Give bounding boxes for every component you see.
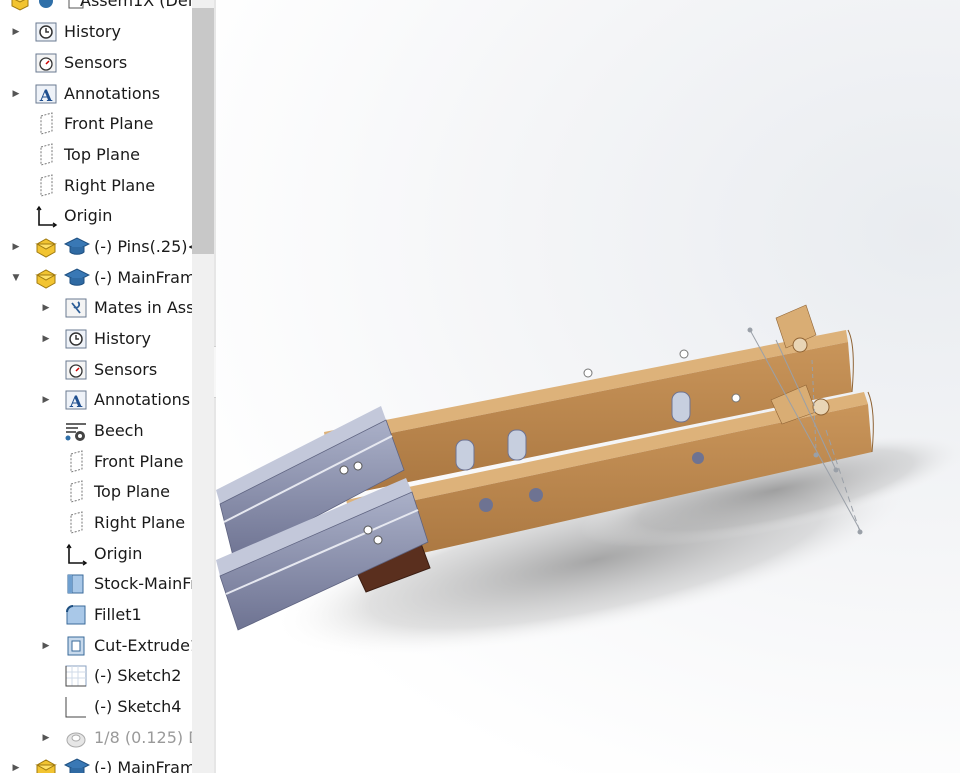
tree-item-label: Origin — [94, 544, 143, 563]
part-icon — [34, 756, 58, 773]
cut-extrude-icon — [64, 634, 88, 658]
material-icon — [64, 419, 88, 443]
plane-icon — [34, 112, 58, 136]
annotations-icon: A — [34, 82, 58, 106]
tree-item-top-plane[interactable]: Top Plane — [0, 140, 192, 170]
tree-item-sketch2[interactable]: (-) Sketch2 — [0, 661, 192, 691]
tree-item-stock-mainframe[interactable]: Stock-MainFr — [0, 569, 192, 599]
plane-icon — [64, 480, 88, 504]
expand-arrow-icon[interactable]: ▶ — [11, 242, 21, 252]
part-icon — [34, 235, 58, 259]
origin-icon — [34, 204, 58, 228]
tree-root-label: Assem1X (Defa — [80, 0, 192, 10]
graduation-cap-icon — [64, 266, 90, 290]
tree-item-label: (-) Sketch4 — [94, 697, 182, 716]
tree-item-label: Right Plane — [94, 513, 186, 532]
tree-item-label: Right Plane — [64, 176, 156, 195]
expand-arrow-icon[interactable]: ▶ — [41, 303, 51, 313]
tree-item-right-plane-2[interactable]: Right Plane — [0, 508, 192, 538]
collapse-arrow-icon[interactable]: ▼ — [11, 273, 21, 283]
history-icon — [34, 20, 58, 44]
sketch-icon — [64, 664, 88, 688]
tree-item-label: Fillet1 — [94, 605, 142, 624]
tree-item-front-plane-2[interactable]: Front Plane — [0, 447, 192, 477]
expand-arrow-icon[interactable]: ▶ — [41, 733, 51, 743]
sketch-icon — [64, 695, 88, 719]
tree-item-annotations-2[interactable]: ▶ A Annotations — [0, 385, 192, 415]
origin-icon — [64, 542, 88, 566]
scroll-thumb[interactable] — [192, 8, 214, 254]
tree-item-label: Front Plane — [64, 114, 154, 133]
hole-icon — [64, 726, 88, 750]
tree-item-mainframe[interactable]: ▼ (-) MainFram — [0, 263, 192, 293]
tree-item-fillet1[interactable]: Fillet1 — [0, 600, 192, 630]
tree-root-assembly[interactable]: Assem1X (Defa — [0, 0, 192, 16]
tree-item-history[interactable]: ▶ History — [0, 17, 192, 47]
tree-item-sensors-2[interactable]: Sensors — [0, 355, 192, 385]
tree-item-label: History — [64, 22, 121, 41]
tree-item-label: Annotations — [64, 84, 161, 103]
tree-item-label: Stock-MainFr — [94, 574, 192, 593]
tree-item-material-beech[interactable]: Beech — [0, 416, 192, 446]
tree-item-label: Sensors — [64, 53, 128, 72]
tree-item-origin[interactable]: Origin — [0, 201, 192, 231]
tree-item-hole-wizard[interactable]: ▶ 1/8 (0.125) D — [0, 723, 192, 753]
graphics-viewport[interactable] — [216, 0, 960, 773]
tree-item-history-2[interactable]: ▶ History — [0, 324, 192, 354]
part-icon — [34, 266, 58, 290]
plane-icon — [34, 174, 58, 198]
tree-item-label: (-) MainFram — [94, 268, 192, 287]
tree-item-label: Top Plane — [64, 145, 140, 164]
tree-item-label: (-) MainFram — [94, 758, 192, 773]
mates-icon — [64, 296, 88, 320]
tree-item-origin-2[interactable]: Origin — [0, 539, 192, 569]
stock-feature-icon — [64, 572, 88, 596]
expand-arrow-icon[interactable]: ▶ — [41, 641, 51, 651]
tree-item-sketch4[interactable]: (-) Sketch4 — [0, 692, 192, 722]
tree-item-label: (-) Sketch2 — [94, 666, 182, 685]
expand-arrow-icon[interactable]: ▶ — [41, 395, 51, 405]
tree-item-annotations[interactable]: ▶ A Annotations — [0, 79, 192, 109]
plane-icon — [64, 450, 88, 474]
tree-item-label: Top Plane — [94, 482, 170, 501]
assembly-icon — [8, 0, 32, 13]
tree-item-label: Front Plane — [94, 452, 184, 471]
assembly-model — [216, 304, 960, 657]
fillet-icon — [64, 603, 88, 627]
expand-arrow-icon[interactable]: ▶ — [11, 763, 21, 773]
expand-arrow-icon[interactable]: ▶ — [11, 27, 21, 37]
tree-item-label: Annotations — [94, 390, 191, 409]
tree-item-label: 1/8 (0.125) D — [94, 728, 192, 747]
tree-item-cut-extrude1[interactable]: ▶ Cut-Extrude1 — [0, 631, 192, 661]
tree-item-label: Origin — [64, 206, 113, 225]
tree-item-label: Beech — [94, 421, 144, 440]
tree-item-pins[interactable]: ▶ (-) Pins(.25)< — [0, 232, 192, 262]
plane-icon — [64, 511, 88, 535]
display-state-icon — [34, 0, 58, 13]
tree-item-mainframe-2[interactable]: ▶ (-) MainFram — [0, 753, 192, 773]
tree-scrollbar[interactable] — [192, 0, 214, 773]
tree-item-label: Sensors — [94, 360, 158, 379]
feature-manager-tree: Assem1X (Defa ▶ History Sensors ▶ A Anno… — [0, 0, 214, 773]
tree-item-top-plane-2[interactable]: Top Plane — [0, 477, 192, 507]
plane-icon — [34, 143, 58, 167]
graduation-cap-icon — [64, 756, 90, 773]
tree-item-label: Mates in Asse — [94, 298, 192, 317]
history-icon — [64, 327, 88, 351]
tree-item-front-plane[interactable]: Front Plane — [0, 109, 192, 139]
tree-item-label: Cut-Extrude1 — [94, 636, 192, 655]
graduation-cap-icon — [64, 235, 90, 259]
sensors-icon — [34, 51, 58, 75]
svg-text:A: A — [69, 392, 83, 411]
expand-arrow-icon[interactable]: ▶ — [41, 334, 51, 344]
svg-text:A: A — [39, 86, 53, 105]
tree-item-label: History — [94, 329, 151, 348]
annotations-icon: A — [64, 388, 88, 412]
tree-item-right-plane[interactable]: Right Plane — [0, 171, 192, 201]
tree-item-mates-in-assembly[interactable]: ▶ Mates in Asse — [0, 293, 192, 323]
expand-arrow-icon[interactable]: ▶ — [11, 89, 21, 99]
tree-item-sensors[interactable]: Sensors — [0, 48, 192, 78]
tree-item-label: (-) Pins(.25)< — [94, 237, 192, 256]
sensors-icon — [64, 358, 88, 382]
